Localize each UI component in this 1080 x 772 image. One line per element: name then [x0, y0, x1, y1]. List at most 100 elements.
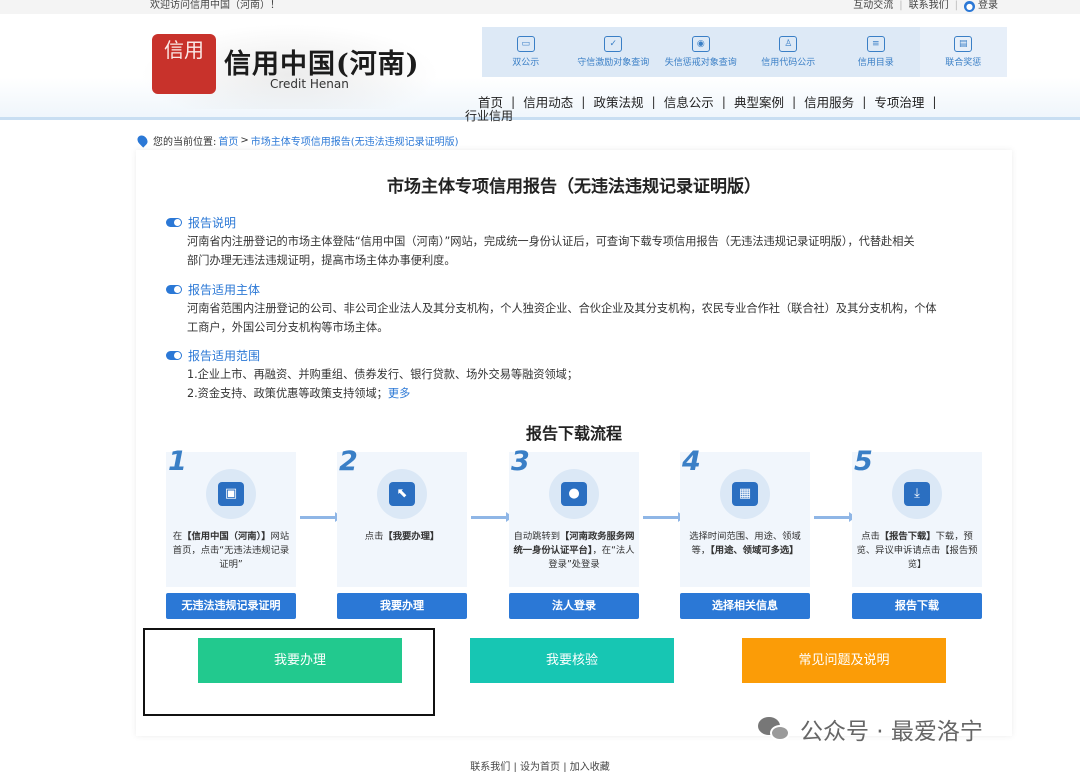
- arrow-right-icon: [300, 512, 342, 522]
- bullet-icon: [166, 218, 182, 227]
- login-label: 登录: [978, 0, 998, 11]
- breadcrumb-home[interactable]: 首页: [218, 133, 238, 148]
- cursor-icon: ⬉: [377, 469, 427, 519]
- quick-link-label: 守信激励对象查询: [577, 58, 650, 68]
- faq-button[interactable]: 常见问题及说明: [742, 638, 946, 683]
- bullet-icon: [166, 351, 182, 360]
- breadcrumb: 您的当前位置: 首页 > 市场主体专项信用报告(无违法违规记录证明版): [135, 133, 459, 148]
- quick-link-joint[interactable]: ▤ 联合奖惩: [919, 27, 1007, 77]
- step-4-button[interactable]: 选择相关信息: [680, 593, 810, 619]
- download-doc-icon: ⤓: [892, 469, 942, 519]
- footer: 联系我们 | 设为首页 | 加入收藏: [0, 758, 1080, 772]
- quick-link-label: 信用目录: [857, 58, 894, 68]
- quick-link-public[interactable]: ▭ 双公示: [482, 27, 570, 77]
- quick-link-label: 联合奖惩: [945, 58, 982, 68]
- footer-bookmark-link[interactable]: 加入收藏: [570, 762, 610, 772]
- site-logo-name[interactable]: 信用中国(河南): [224, 42, 420, 81]
- footer-set-home-link[interactable]: 设为首页: [520, 762, 560, 772]
- icon-glyph: ●: [561, 482, 587, 506]
- text-line: 1.企业上市、再融资、并购重组、债券发行、银行贷款、场外交易等融资领域；: [187, 368, 579, 381]
- flow-step-4: 4 ▦ 选择时间范围、用途、领域等，【用途、领域可多选】: [680, 446, 810, 587]
- breadcrumb-separator: >: [240, 135, 249, 146]
- section-applicable-scope: 报告适用范围: [166, 347, 260, 364]
- step-description: 选择时间范围、用途、领域等，【用途、领域可多选】: [684, 530, 806, 558]
- step-2-button[interactable]: 我要办理: [337, 593, 467, 619]
- footer-contact-link[interactable]: 联系我们: [470, 762, 510, 772]
- text-line: 部门办理无违法违规证明，提高市场主体办事便利度。: [187, 254, 456, 267]
- quick-link-label: 双公示: [512, 58, 540, 68]
- separator: |: [954, 0, 958, 11]
- step-5-button[interactable]: 报告下载: [852, 593, 982, 619]
- quick-link-credit-code[interactable]: ♙ 信用代码公示: [745, 27, 833, 77]
- step-text-b: 【信用中国（河南）】: [182, 531, 271, 542]
- section-heading: 报告适用范围: [188, 349, 261, 363]
- step-text-a: 点击: [861, 531, 880, 542]
- section-text: 河南省内注册登记的市场主体登陆“信用中国（河南）”网站，完成统一身份认证后，可查…: [187, 232, 987, 270]
- step-text-a: 在: [172, 531, 183, 542]
- section-text: 1.企业上市、再融资、并购重组、债券发行、银行贷款、场外交易等融资领域； 2.资…: [187, 365, 987, 403]
- breadcrumb-current[interactable]: 市场主体专项信用报告(无违法违规记录证明版): [251, 133, 459, 148]
- person-icon: ♙: [779, 36, 798, 52]
- more-link[interactable]: 更多: [388, 387, 410, 400]
- quick-link-catalog[interactable]: ≡ 信用目录: [832, 27, 920, 77]
- icon-glyph: ⤓: [904, 482, 930, 506]
- step-number: 2: [339, 446, 358, 477]
- logo-seal-text: 信用: [164, 38, 204, 62]
- nav-item-news[interactable]: 信用动态: [515, 92, 581, 111]
- top-links: 互动交流 | 联系我们 | ● 登录: [853, 0, 998, 12]
- arrow-right-icon: [814, 512, 856, 522]
- flow-step-2: 2 ⬉ 点击【我要办理】: [337, 446, 467, 587]
- nav-item-service[interactable]: 信用服务: [796, 92, 862, 111]
- site-logo-english: Credit Henan: [270, 77, 349, 91]
- quick-link-incentive[interactable]: ✓ 守信激励对象查询: [570, 27, 658, 77]
- section-report-description: 报告说明: [166, 214, 236, 231]
- step-text-a: 自动跳转到: [513, 531, 561, 542]
- login-button[interactable]: ● 登录: [964, 0, 998, 12]
- section-heading: 报告适用主体: [188, 283, 261, 297]
- text-line: 河南省内注册登记的市场主体登陆“信用中国（河南）”网站，完成统一身份认证后，可查…: [187, 235, 915, 248]
- bullet-icon: [166, 285, 182, 294]
- text-line: 工商户，外国公司分支机构等市场主体。: [187, 321, 389, 334]
- interaction-link[interactable]: 互动交流: [853, 0, 893, 12]
- step-number: 3: [511, 446, 530, 477]
- nav-item-governance[interactable]: 专项治理: [866, 92, 932, 111]
- text-line-content: 2.资金支持、政策优惠等政策支持领域；: [187, 387, 388, 400]
- step-number: 1: [168, 446, 187, 477]
- contact-link[interactable]: 联系我们: [909, 0, 949, 12]
- section-heading: 报告说明: [188, 216, 237, 230]
- nav-item-cases[interactable]: 典型案例: [726, 92, 792, 111]
- nav-separator: |: [932, 94, 937, 109]
- step-1-button[interactable]: 无违法违规记录证明: [166, 593, 296, 619]
- step-3-button[interactable]: 法人登录: [509, 593, 639, 619]
- top-bar: 欢迎访问信用中国（河南）！ 互动交流 | 联系我们 | ● 登录: [0, 0, 1080, 14]
- document-icon: ▤: [954, 36, 973, 52]
- arrow-right-icon: [643, 512, 685, 522]
- icon-glyph: ▣: [218, 482, 244, 506]
- section-applicable-subjects: 报告适用主体: [166, 281, 260, 298]
- separator: |: [899, 0, 903, 11]
- step-text-b: 【报告下载】: [879, 531, 936, 542]
- quick-link-label: 信用代码公示: [761, 58, 816, 68]
- wechat-icon: [758, 715, 792, 743]
- watermark-text: 公众号 · 最爱洛宁: [800, 719, 983, 745]
- quick-link-label: 失信惩戒对象查询: [664, 58, 737, 68]
- quick-link-punishment[interactable]: ◉ 失信惩戒对象查询: [657, 27, 745, 77]
- nav-item-industry[interactable]: 行业信用: [465, 107, 513, 124]
- page-title: 市场主体专项信用报告（无违法违规记录证明版）: [387, 177, 761, 197]
- flow-title: 报告下载流程: [525, 424, 622, 443]
- verify-button[interactable]: 我要核验: [470, 638, 674, 683]
- nav-item-policy[interactable]: 政策法规: [585, 92, 651, 111]
- text-line: 河南省范围内注册登记的公司、非公司企业法人及其分支机构，个人独资企业、合伙企业及…: [187, 302, 937, 315]
- monitor-icon: ▣: [206, 469, 256, 519]
- watermark: 公众号 · 最爱洛宁: [758, 712, 983, 746]
- step-description: 点击【报告下载】下载，预览、异议申诉请点击【报告预览】: [856, 530, 978, 572]
- highlight-frame: [143, 628, 435, 716]
- nav-item-disclosure[interactable]: 信息公示: [656, 92, 722, 111]
- step-description: 自动跳转到【河南政务服务网统一身份认证平台】，在“法人登录”处登录: [513, 530, 635, 572]
- certificate-icon: ✓: [604, 36, 623, 52]
- icon-glyph: ▦: [732, 482, 758, 506]
- location-pin-icon: [135, 133, 150, 148]
- icon-glyph: ⬉: [389, 482, 415, 506]
- logo-seal[interactable]: 信用: [152, 34, 216, 94]
- step-number: 4: [682, 446, 701, 477]
